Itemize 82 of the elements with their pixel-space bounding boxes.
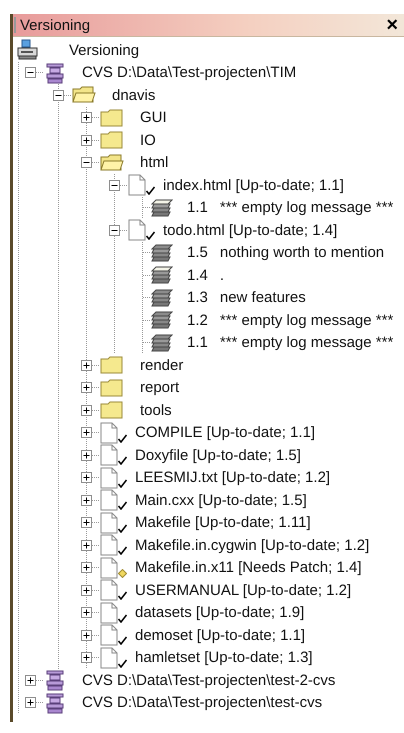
file-icon xyxy=(100,512,118,534)
log-message: *** empty log message *** xyxy=(218,334,394,352)
file-icon xyxy=(100,534,118,556)
expand-icon[interactable] xyxy=(81,630,92,641)
database-icon xyxy=(44,692,66,714)
expand-icon[interactable] xyxy=(25,697,36,708)
expand-icon[interactable] xyxy=(81,562,92,574)
expand-icon[interactable] xyxy=(81,112,92,124)
expand-icon[interactable] xyxy=(81,450,92,461)
revision-number: 1.1 xyxy=(187,334,208,352)
tree-item-label[interactable]: Makefile.in.cygwin [Up-to-date; 1.2] xyxy=(133,536,372,554)
revision-number: 1.3 xyxy=(187,289,208,306)
tree-item-label[interactable]: GUI xyxy=(138,109,169,126)
expand-icon[interactable] xyxy=(81,584,92,596)
tree-item-label[interactable]: CVS D:\Data\Test-projecten\test-cvs xyxy=(80,694,324,712)
revision-number: 1.2 xyxy=(187,312,208,329)
collapse-icon[interactable] xyxy=(81,157,92,168)
file-icon xyxy=(128,174,146,196)
tree-item-label[interactable]: tools xyxy=(138,402,174,419)
tree-item-label[interactable]: Doxyfile [Up-to-date; 1.5] xyxy=(133,446,303,464)
file-icon xyxy=(128,219,146,242)
expand-icon[interactable] xyxy=(81,494,92,506)
file-icon xyxy=(100,624,118,646)
file-icon xyxy=(100,422,118,444)
expand-icon[interactable] xyxy=(81,517,92,528)
expand-icon[interactable] xyxy=(81,540,92,551)
tree-item-label[interactable]: datasets [Up-to-date; 1.9] xyxy=(133,604,306,622)
file-icon xyxy=(100,602,118,624)
database-icon xyxy=(44,62,66,84)
expand-icon[interactable] xyxy=(81,134,92,146)
folder-icon xyxy=(100,400,124,420)
log-message: *** empty log message *** xyxy=(218,312,394,329)
tree-item-label[interactable]: render xyxy=(138,356,186,374)
log-message: new features xyxy=(218,289,307,306)
tree-item-label[interactable]: IO xyxy=(138,132,158,149)
revision-number: 1.1 xyxy=(187,199,208,216)
collapse-icon[interactable] xyxy=(109,224,120,236)
tree-item-label[interactable]: Makefile [Up-to-date; 1.11] xyxy=(133,514,313,532)
tree-item-label[interactable]: Makefile.in.x11 [Needs Patch; 1.4] xyxy=(133,559,364,576)
log-message: nothing worth to mention xyxy=(218,244,386,262)
tree-item-label[interactable]: hamletset [Up-to-date; 1.3] xyxy=(133,649,315,666)
collapse-icon[interactable] xyxy=(25,67,36,78)
collapse-icon[interactable] xyxy=(109,180,120,191)
folder-icon xyxy=(100,108,124,128)
folder-icon xyxy=(100,355,124,376)
log-message: *** empty log message *** xyxy=(218,199,394,216)
tree-item-label[interactable]: demoset [Up-to-date; 1.1] xyxy=(133,626,308,644)
tree-item-label[interactable]: todo.html [Up-to-date; 1.4] xyxy=(161,222,340,239)
tree-item-label[interactable]: CVS D:\Data\Test-projecten\test-2-cvs xyxy=(80,672,338,689)
expand-icon[interactable] xyxy=(81,382,92,394)
tree-item-label[interactable]: LEESMIJ.txt [Up-to-date; 1.2] xyxy=(133,469,332,486)
expand-icon[interactable] xyxy=(81,360,92,371)
close-button[interactable]: × xyxy=(380,15,404,35)
tree-item-label[interactable]: USERMANUAL [Up-to-date; 1.2] xyxy=(133,582,354,599)
database-icon xyxy=(44,669,66,692)
log-message: . xyxy=(218,266,226,284)
expand-icon[interactable] xyxy=(81,404,92,416)
file-icon xyxy=(100,579,118,602)
tree-item-label[interactable]: html xyxy=(138,154,170,172)
file-icon xyxy=(100,444,118,466)
tree-item-label[interactable]: report xyxy=(138,379,182,396)
expand-icon[interactable] xyxy=(81,427,92,438)
tree-item-label[interactable]: dnavis xyxy=(110,86,158,104)
tree-item-label[interactable]: COMPILE [Up-to-date; 1.1] xyxy=(133,424,318,442)
collapse-icon[interactable] xyxy=(53,90,64,101)
panel-title: Versioning xyxy=(20,16,92,34)
file-icon xyxy=(100,556,118,579)
expand-icon[interactable] xyxy=(81,472,92,484)
expand-icon[interactable] xyxy=(81,607,92,618)
file-icon xyxy=(100,646,118,669)
folder-icon xyxy=(100,378,124,398)
expand-icon[interactable] xyxy=(81,652,92,664)
revision-number: 1.5 xyxy=(187,244,208,262)
file-icon xyxy=(100,466,118,489)
tree-item-label[interactable]: CVS D:\Data\Test-projecten\TIM xyxy=(80,64,298,82)
tree-item-label[interactable]: Main.cxx [Up-to-date; 1.5] xyxy=(133,492,309,509)
folder-icon xyxy=(100,130,124,150)
tree-item-label[interactable]: index.html [Up-to-date; 1.1] xyxy=(161,176,346,194)
file-icon xyxy=(100,489,118,512)
revision-number: 1.4 xyxy=(187,266,208,284)
expand-icon[interactable] xyxy=(25,674,36,686)
tree-item-label[interactable]: Versioning xyxy=(67,42,142,59)
